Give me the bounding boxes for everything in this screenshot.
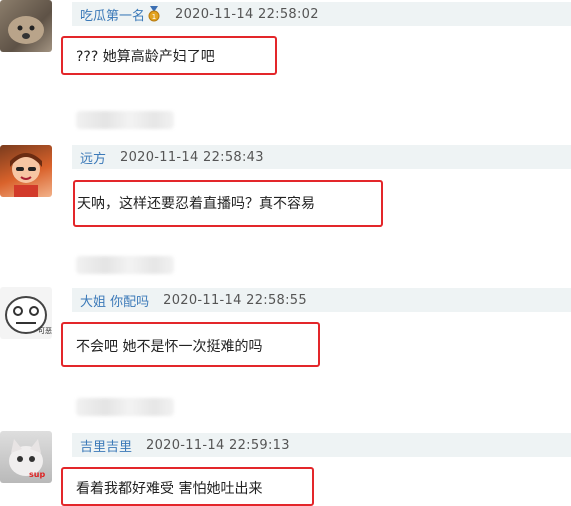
username[interactable]: 大姐 你配吗 [80,291,149,310]
avatar[interactable]: 可恶 [0,287,52,339]
comment-text: 看着我都好难受 害怕她吐出来 [76,481,263,497]
avatar[interactable] [0,145,52,197]
timestamp: 2020-11-14 22:58:43 [120,149,264,165]
medal-icon: 1 [148,6,160,22]
cartoon-face-avatar-icon: 可恶 [5,296,52,335]
comment-meta: 吃瓜第一名 1 2020-11-14 22:58:02 [72,2,571,26]
svg-text:1: 1 [152,13,156,21]
cat-avatar-icon: sup [9,439,45,479]
avatar[interactable]: sup [0,431,52,483]
timestamp: 2020-11-14 22:59:13 [146,437,290,453]
username[interactable]: 吃瓜第一名 [80,5,145,24]
svg-text:sup: sup [29,470,45,479]
blurred-reply [76,111,174,129]
comment-text: 天呐，这样还要忍着直播吗？真不容易 [77,196,315,212]
comment-meta: 远方 2020-11-14 22:58:43 [72,145,571,169]
cartoon-girl-avatar-icon [10,153,42,197]
username[interactable]: 远方 [80,148,106,167]
comment-text: 不会吧 她不是怀一次挺难的吗 [76,339,263,355]
comment-meta: 大姐 你配吗 2020-11-14 22:58:55 [72,288,571,312]
blurred-reply [76,398,174,416]
timestamp: 2020-11-14 22:58:55 [163,292,307,308]
svg-text:可恶: 可恶 [38,327,52,335]
comment-meta: 吉里吉里 2020-11-14 22:59:13 [72,433,571,457]
comment-text: ??? 她算高龄产妇了吧 [76,49,215,65]
fox-avatar-icon [8,16,44,44]
username[interactable]: 吉里吉里 [80,436,132,455]
blurred-reply [76,256,174,274]
timestamp: 2020-11-14 22:58:02 [175,6,319,22]
avatar[interactable] [0,0,52,52]
